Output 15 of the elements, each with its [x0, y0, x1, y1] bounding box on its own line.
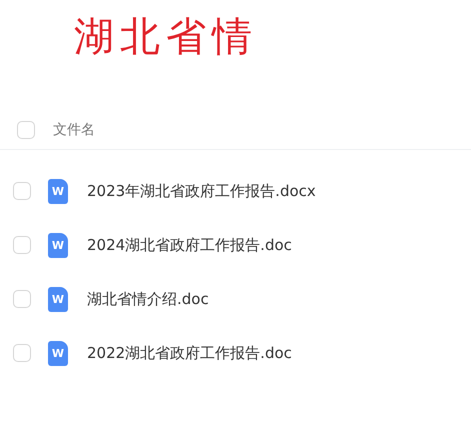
- row-checkbox[interactable]: [13, 236, 31, 254]
- row-checkbox[interactable]: [13, 344, 31, 362]
- select-all-checkbox[interactable]: [17, 121, 35, 139]
- file-name[interactable]: 2024湖北省政府工作报告.doc: [87, 236, 292, 254]
- row-checkbox[interactable]: [13, 182, 31, 200]
- page-title: 湖北省情: [74, 13, 258, 62]
- word-file-icon: W: [48, 340, 68, 366]
- file-name[interactable]: 湖北省情介绍.doc: [87, 290, 209, 308]
- row-checkbox[interactable]: [13, 290, 31, 308]
- word-file-icon: W: [48, 286, 68, 312]
- file-name[interactable]: 2022湖北省政府工作报告.doc: [87, 344, 292, 362]
- file-name[interactable]: 2023年湖北省政府工作报告.docx: [87, 182, 316, 200]
- word-file-icon: W: [48, 232, 68, 258]
- column-header: 文件名: [53, 121, 95, 139]
- word-file-icon: W: [48, 178, 68, 204]
